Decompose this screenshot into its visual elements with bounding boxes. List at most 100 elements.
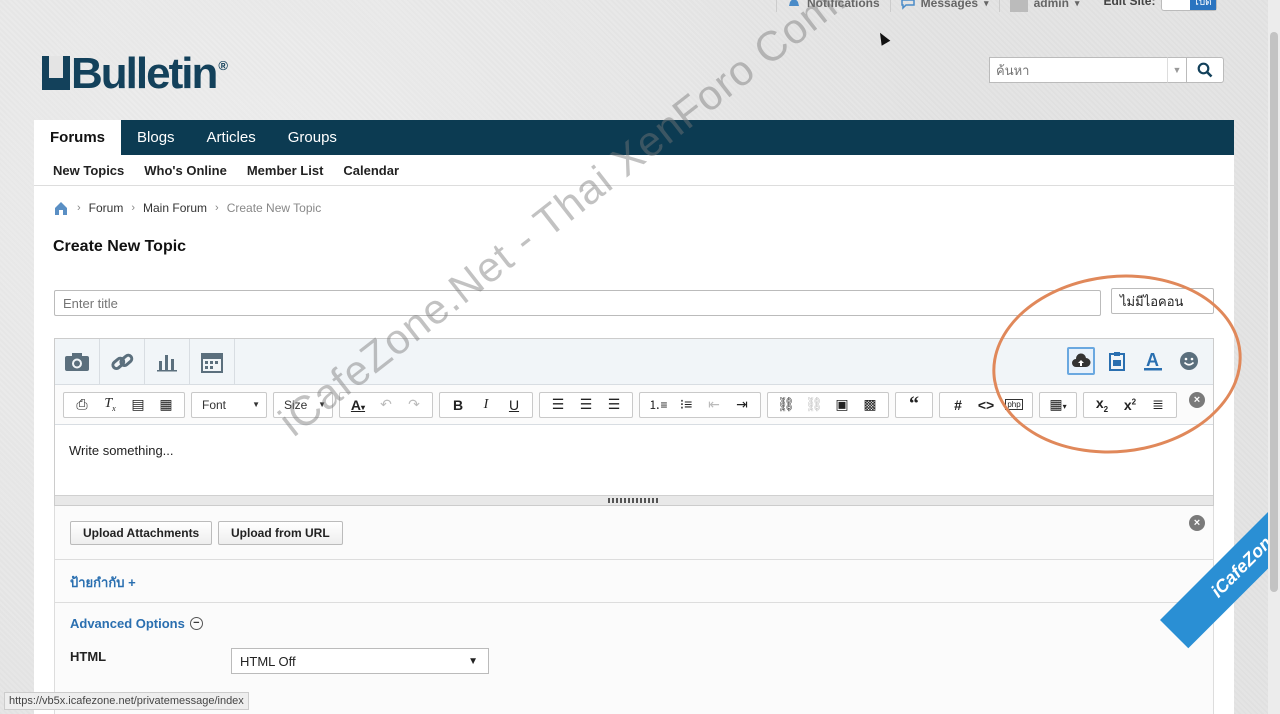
tags-section[interactable]: ป้ายกำกับ + [54, 560, 1214, 603]
remove-format-button[interactable]: Tx [96, 393, 124, 417]
toolbar-group-basic: B I U [439, 391, 533, 418]
outdent-icon: ⇤ [708, 396, 720, 412]
breadcrumb: › Forum › Main Forum › Create New Topic [53, 200, 321, 216]
html-mode-value: HTML Off [240, 653, 296, 669]
code-button[interactable]: <> [972, 393, 1000, 417]
tags-toggle[interactable]: ป้ายกำกับ + [70, 575, 136, 590]
home-icon[interactable] [53, 200, 69, 216]
toolbar-group-list: ⒈≡ ⁝≡ ⇤ ⇥ [639, 391, 761, 418]
collapse-icon: − [189, 617, 203, 630]
undo-icon: ↶ [380, 396, 392, 412]
scrollbar-thumb[interactable] [1270, 32, 1278, 592]
tab-blogs[interactable]: Blogs [121, 120, 191, 155]
upload-attachments-button[interactable]: Upload Attachments [70, 521, 213, 545]
page-title: Create New Topic [53, 238, 187, 255]
paste-word-button[interactable]: ▦ [152, 393, 180, 417]
bold-icon: B [452, 396, 464, 413]
upload-from-url-button[interactable]: Upload from URL [218, 521, 343, 545]
toolbar-group-align: ☰ ☰ ☰ [539, 391, 633, 418]
italic-button[interactable]: I [472, 393, 500, 417]
subnav-new-topics[interactable]: New Topics [53, 163, 124, 178]
paste-text-button[interactable]: ▤ [124, 393, 152, 417]
font-dropdown-label: Font [202, 397, 227, 412]
indent-icon: ⇥ [736, 396, 748, 412]
search-options-dropdown[interactable]: ▼ [1167, 57, 1187, 83]
image-button[interactable]: ▣ [828, 393, 856, 417]
font-dropdown[interactable]: Font ▼ [191, 391, 267, 418]
edit-site-label: Edit Site: [1103, 0, 1156, 8]
topic-title-input[interactable] [54, 290, 1101, 316]
source-icon: ⎙ [76, 396, 88, 412]
link-icon: ⛓ [777, 396, 795, 412]
toolbar-group-insert: ⛓ ⛓ ▣ ▩ [767, 391, 889, 418]
unlink-button[interactable]: ⛓ [800, 393, 828, 417]
tab-forums[interactable]: Forums [34, 120, 122, 155]
subnav-member-list[interactable]: Member List [247, 163, 324, 178]
quote-icon: “ [909, 393, 919, 415]
calendar-icon [201, 352, 223, 373]
breadcrumb-forum[interactable]: Forum [89, 201, 124, 215]
insert-link-button[interactable] [100, 338, 145, 385]
redo-button[interactable]: ↷ [400, 393, 428, 417]
bold-button[interactable]: B [444, 393, 472, 417]
undo-button[interactable]: ↶ [372, 393, 400, 417]
html-label: HTML [70, 649, 107, 664]
chevron-down-icon: ▾ [984, 0, 989, 8]
caret-down-icon: ▼ [468, 655, 478, 667]
username: admin [1033, 0, 1069, 10]
messages-label: Messages [920, 0, 979, 10]
source-button[interactable]: ⎙ [68, 393, 96, 417]
underline-button[interactable]: U [500, 393, 528, 417]
toolbar-group-quote: “ [895, 391, 933, 418]
align-right-button[interactable]: ☰ [600, 393, 628, 417]
subnav-calendar[interactable]: Calendar [343, 163, 399, 178]
unlink-icon: ⛓ [805, 396, 823, 412]
align-left-button[interactable]: ☰ [544, 393, 572, 417]
chevron-down-icon: ▾ [1074, 0, 1080, 8]
site-logo[interactable]: vBulletin® [42, 44, 228, 98]
underline-icon: U [508, 396, 520, 413]
insert-event-button[interactable] [190, 338, 235, 385]
main-content: › Forum › Main Forum › Create New Topic … [34, 186, 1234, 714]
tab-articles[interactable]: Articles [191, 120, 272, 155]
search-input[interactable] [989, 57, 1167, 83]
redo-icon: ↷ [408, 396, 420, 412]
align-center-icon: ☰ [579, 396, 593, 412]
paste-text-icon: ▤ [131, 396, 145, 412]
search-box: ▼ [989, 57, 1224, 83]
edit-site-toggle[interactable]: เปิด [1161, 0, 1218, 11]
quote-button[interactable]: “ [900, 393, 928, 417]
subnav-whos-online[interactable]: Who's Online [144, 163, 227, 178]
chevron-right-icon: › [131, 202, 136, 214]
breadcrumb-main-forum[interactable]: Main Forum [143, 201, 207, 215]
user-menu[interactable]: admin ▾ [998, 0, 1090, 12]
logo-text: Bulletin [71, 49, 218, 98]
paste-word-icon: ▦ [159, 396, 173, 412]
indent-button[interactable]: ⇥ [728, 393, 756, 417]
html-mode-select[interactable]: HTML Off ▼ [231, 648, 489, 674]
toolbar-group-source: ⎙ Tx ▤ ▦ [63, 391, 185, 418]
align-right-icon: ☰ [607, 396, 621, 412]
editor-resize-handle[interactable] [55, 495, 1213, 505]
search-button[interactable] [1187, 57, 1224, 83]
numbered-list-button[interactable]: ⒈≡ [644, 393, 672, 417]
link-button[interactable]: ⛓ [772, 393, 800, 417]
media-button[interactable]: ▩ [856, 393, 884, 417]
camera-icon [65, 352, 89, 371]
advanced-options-toggle[interactable]: Advanced Options − [70, 616, 203, 631]
messages-link[interactable]: Messages ▾ [889, 0, 999, 12]
close-attachments-button[interactable]: × [1189, 515, 1205, 531]
hashtag-button[interactable]: # [944, 393, 972, 417]
outdent-button[interactable]: ⇤ [700, 393, 728, 417]
align-center-button[interactable]: ☰ [572, 393, 600, 417]
insert-poll-button[interactable] [145, 338, 190, 385]
numbered-list-icon: ⒈≡ [648, 398, 668, 412]
editor-placeholder: Write something... [69, 443, 174, 458]
registered-mark: ® [218, 58, 227, 73]
tab-groups[interactable]: Groups [272, 120, 353, 155]
hashtag-icon: # [954, 396, 962, 413]
page-scrollbar[interactable] [1268, 0, 1280, 714]
bullet-list-button[interactable]: ⁝≡ [672, 393, 700, 417]
insert-photo-button[interactable] [55, 338, 100, 385]
caret-down-icon: ▼ [252, 400, 260, 409]
